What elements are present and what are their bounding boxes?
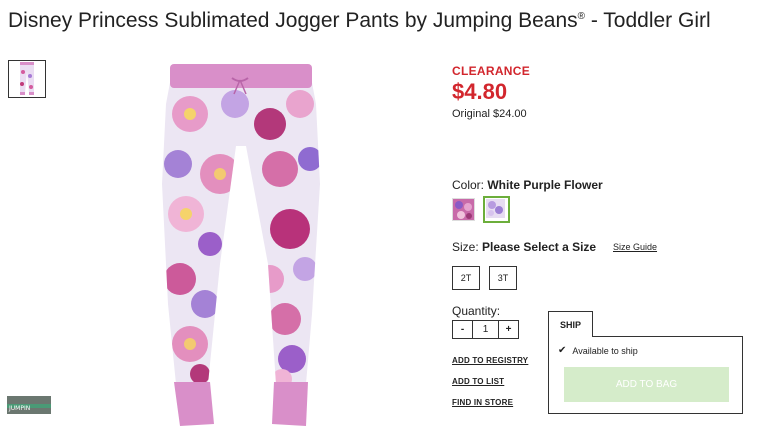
swatch-pink-multi-icon (453, 199, 474, 220)
product-title-suffix: - Toddler Girl (585, 9, 711, 32)
quantity-label: Quantity: (452, 304, 501, 318)
ship-availability: ✔ Available to ship (558, 345, 638, 356)
clearance-label: CLEARANCE (452, 64, 531, 78)
sale-price: $4.80 (452, 79, 508, 104)
size-option-3t[interactable]: 3T (489, 266, 517, 290)
product-thumbnail[interactable] (8, 60, 46, 98)
selected-color: White Purple Flower (487, 178, 603, 192)
add-to-list-link[interactable]: ADD TO LIST (452, 377, 504, 386)
size-guide-link[interactable]: Size Guide (613, 242, 657, 252)
product-image (162, 64, 320, 426)
color-swatch-pink-multi[interactable] (452, 198, 475, 221)
size-label: Size: Please Select a Size (452, 240, 596, 254)
ship-status-text: Available to ship (572, 345, 638, 356)
quantity-input[interactable]: 1 (472, 320, 499, 339)
video-thumbnail[interactable]: JUMPIN (7, 396, 51, 414)
size-label-text: Size: (452, 240, 479, 254)
product-title: Disney Princess Sublimated Jogger Pants … (8, 4, 758, 33)
color-label: Color: White Purple Flower (452, 178, 603, 192)
swatch-white-purple-icon (486, 199, 505, 218)
quantity-decrease-button[interactable]: - (452, 320, 473, 339)
registered-mark: ® (577, 11, 585, 22)
quantity-increase-button[interactable]: + (498, 320, 519, 339)
tab-ship[interactable]: SHIP (548, 311, 593, 337)
product-title-text: Disney Princess Sublimated Jogger Pants … (8, 9, 578, 32)
add-to-bag-button[interactable]: ADD TO BAG (564, 367, 729, 402)
video-thumbnail-text: JUMPIN (9, 405, 31, 412)
pants-thumbnail-icon (20, 62, 34, 95)
original-price: Original $24.00 (452, 108, 527, 120)
swatch-white-purple-inner (486, 199, 507, 220)
size-prompt: Please Select a Size (482, 240, 597, 254)
color-swatch-white-purple-flower[interactable] (483, 196, 510, 223)
size-option-2t[interactable]: 2T (452, 266, 480, 290)
color-label-text: Color: (452, 178, 485, 192)
add-to-registry-link[interactable]: ADD TO REGISTRY (452, 356, 528, 365)
check-icon: ✔ (558, 345, 567, 356)
find-in-store-link[interactable]: FIND IN STORE (452, 398, 513, 407)
